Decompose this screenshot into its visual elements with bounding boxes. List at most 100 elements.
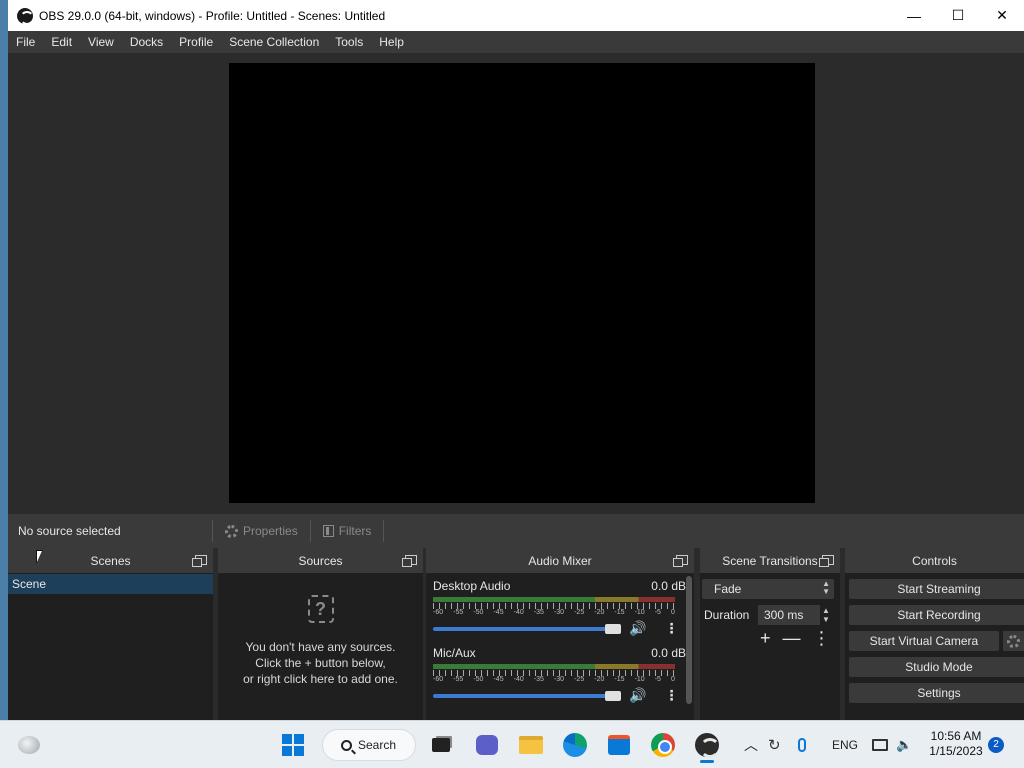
tick-label: -45 [493,609,504,616]
undock-icon[interactable] [673,555,688,567]
store-icon [608,735,630,755]
scene-list-item[interactable]: Scene [8,574,213,594]
tick-label: 0 [670,609,675,616]
file-explorer-button[interactable] [516,730,546,760]
microphone-icon[interactable] [798,721,806,768]
task-view-button[interactable] [426,730,456,760]
filters-button[interactable]: Filters [315,524,380,538]
store-button[interactable] [604,730,634,760]
properties-button[interactable]: Properties [217,524,306,538]
empty-sources-line: Click the + button below, [255,656,386,670]
add-transition-button[interactable]: + [760,629,771,647]
volume-icon[interactable]: 🔈 [896,721,912,768]
start-virtual-camera-button[interactable]: Start Virtual Camera [849,631,999,651]
menu-file[interactable]: File [8,31,43,53]
close-button[interactable]: ✕ [980,0,1024,31]
audio-mixer-dock-title: Audio Mixer [528,553,592,568]
weather-icon [18,736,40,754]
tick-label: -20 [594,609,605,616]
chrome-button[interactable] [648,730,678,760]
tick-label: -15 [614,609,625,616]
tick-label: -20 [594,676,605,683]
taskbar-clock[interactable]: 10:56 AM 1/15/2023 [926,729,986,759]
volume-slider[interactable] [433,690,621,701]
tick-label: -35 [533,609,544,616]
volume-slider-handle[interactable] [605,690,621,701]
channel-name: Mic/Aux [433,646,476,660]
tick-label: -60 [433,609,444,616]
tick-label: -40 [513,609,524,616]
task-view-icon [432,738,450,752]
volume-slider-handle[interactable] [605,623,621,634]
controls-dock: Controls Start Streaming Start Recording… [845,548,1024,720]
undock-icon[interactable] [819,555,834,567]
tick-label: -25 [574,676,585,683]
meter-tick-labels: -60 -55 -50 -45 -40 -35 -30 -25 -20 -15 … [433,676,675,683]
maximize-button[interactable]: ☐ [936,0,980,31]
menu-tools[interactable]: Tools [327,31,371,53]
search-label: Search [358,738,397,752]
taskbar-search[interactable]: Search [322,729,416,761]
undock-icon[interactable] [192,555,207,567]
scene-transitions-dock-header[interactable]: Scene Transitions [700,548,840,573]
scenes-dock-title: Scenes [90,553,131,568]
preview-canvas[interactable] [229,63,815,503]
volume-meter [433,597,675,602]
minimize-button[interactable]: — [892,0,936,31]
empty-sources-line: You don't have any sources. [245,640,396,654]
speaker-icon[interactable]: 🔊 [629,620,646,637]
gear-icon [1006,634,1020,648]
weather-widget[interactable] [14,730,44,760]
menu-profile[interactable]: Profile [171,31,221,53]
transition-select[interactable]: Fade ▲ ▼ [702,579,834,599]
audio-mixer-dock-header[interactable]: Audio Mixer [426,548,694,573]
speaker-icon[interactable]: 🔊 [629,687,646,704]
duration-spinner[interactable]: ▲ ▼ [822,606,830,624]
controls-dock-header[interactable]: Controls [845,548,1024,573]
undock-icon[interactable] [402,555,417,567]
more-options-icon[interactable]: ⋮ [664,620,678,637]
title-bar[interactable]: OBS 29.0.0 (64-bit, windows) - Profile: … [8,0,1024,31]
toolbar-separator [212,520,213,542]
meter-tick-labels: -60 -55 -50 -45 -40 -35 -30 -25 -20 -15 … [433,609,675,616]
transition-more-button[interactable]: ⋮ [813,629,831,647]
notification-badge[interactable]: 2 [988,737,1004,753]
more-options-icon[interactable]: ⋮ [664,687,678,704]
edge-button[interactable] [560,730,590,760]
tray-overflow-chevron-icon[interactable]: ︿ [744,721,758,768]
menu-scene-collection[interactable]: Scene Collection [221,31,327,53]
start-button[interactable] [278,730,308,760]
filter-icon [322,525,334,537]
tick-label: -15 [614,676,625,683]
volume-meter [433,664,675,669]
obs-taskbar-button[interactable] [692,730,722,760]
settings-button[interactable]: Settings [849,683,1024,703]
channel-level: 0.0 dB [651,646,686,660]
menu-docks[interactable]: Docks [122,31,171,53]
tick-label: -30 [553,676,565,683]
question-mark-icon: ? [307,595,334,623]
tick-label: -35 [533,676,544,683]
studio-mode-button[interactable]: Studio Mode [849,657,1024,677]
window-controls: — ☐ ✕ [892,0,1024,31]
menu-edit[interactable]: Edit [43,31,80,53]
menu-view[interactable]: View [80,31,122,53]
network-icon[interactable] [872,721,888,768]
volume-slider[interactable] [433,623,621,634]
mixer-channel-mic-aux: Mic/Aux 0.0 dB -60 -55 -50 -45 -40 -35 -… [426,640,694,707]
remove-transition-button[interactable]: — [783,629,801,647]
virtual-camera-settings-button[interactable] [1002,631,1024,651]
clock-date: 1/15/2023 [929,744,983,758]
menu-help[interactable]: Help [371,31,412,53]
teams-chat-button[interactable] [472,730,502,760]
chrome-icon [651,733,675,757]
start-streaming-button[interactable]: Start Streaming [849,579,1024,599]
language-indicator[interactable]: ENG [832,721,858,768]
duration-field[interactable]: 300 ms [758,605,820,625]
taskbar: Search ︿ ↻ ENG 🔈 10:56 AM 1/15/2023 2 [0,720,1024,768]
sync-icon[interactable]: ↻ [768,721,781,768]
mixer-scrollbar[interactable] [686,576,692,704]
sources-empty-state[interactable]: ? You don't have any sources. Click the … [218,595,423,687]
start-recording-button[interactable]: Start Recording [849,605,1024,625]
sources-dock-header[interactable]: Sources [218,548,423,573]
